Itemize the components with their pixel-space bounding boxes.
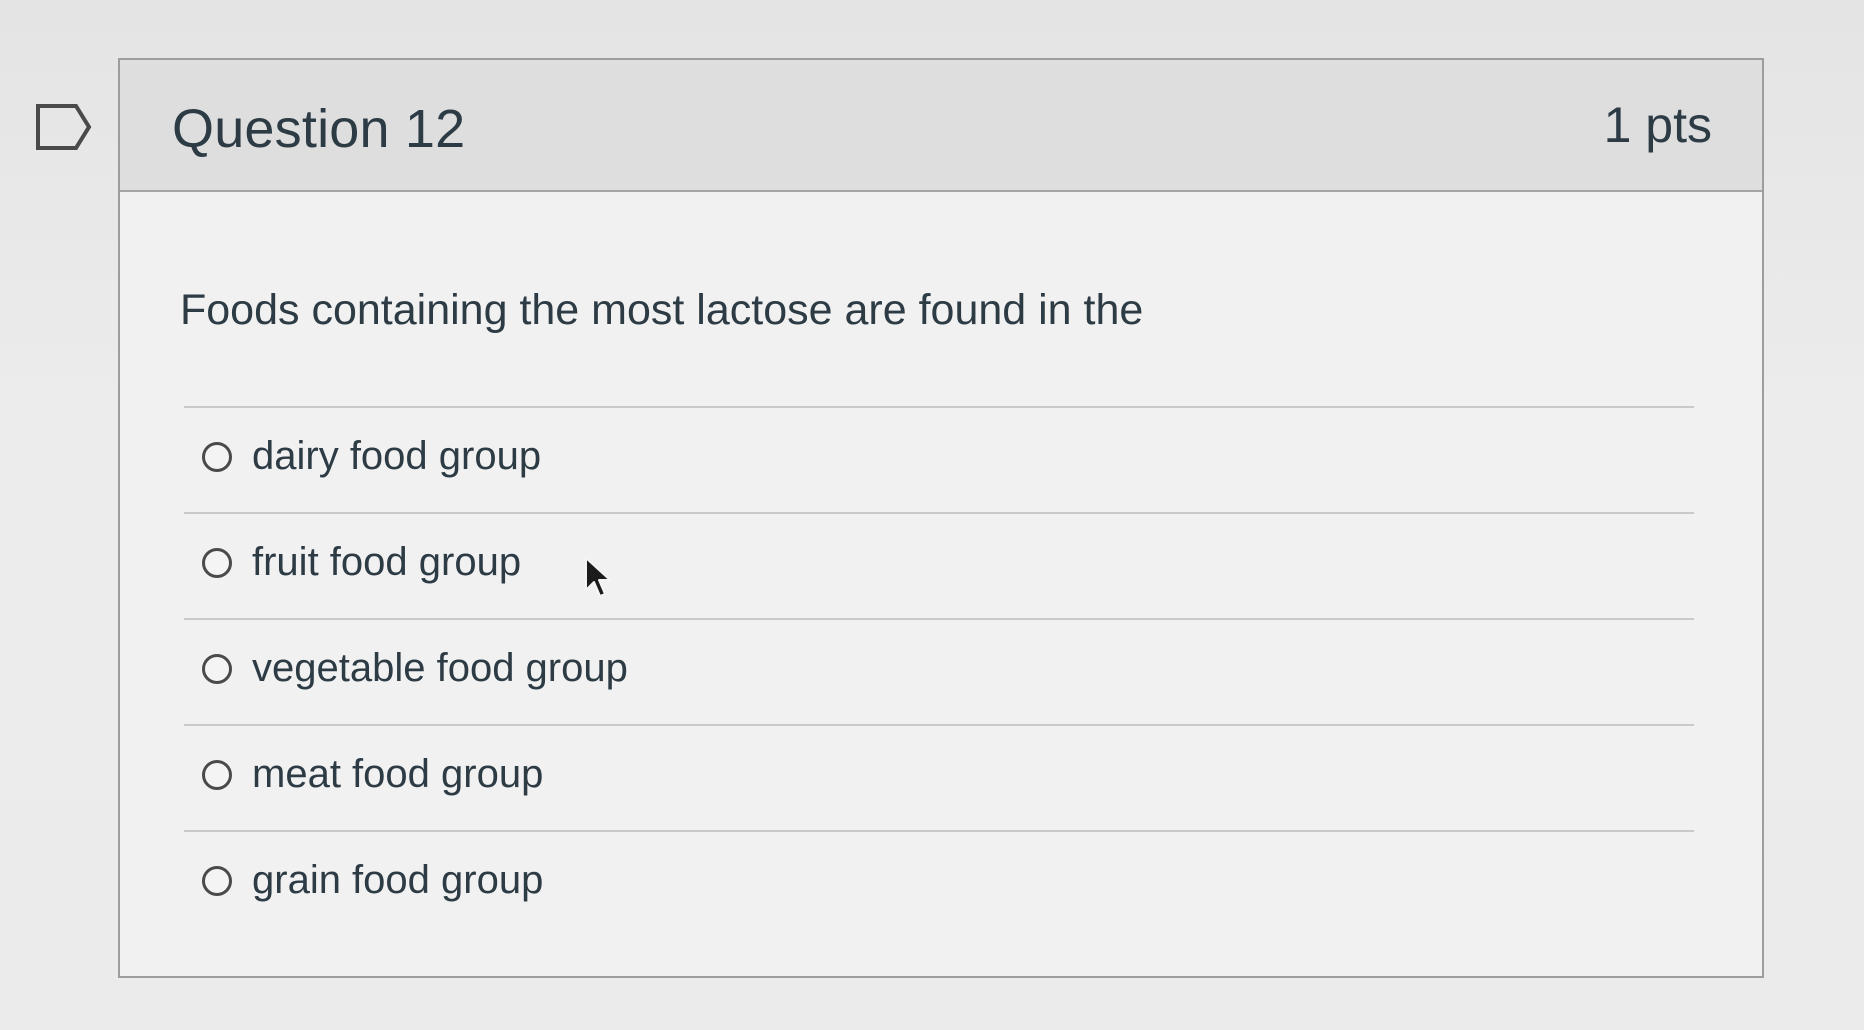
radio-button[interactable]: [202, 548, 232, 578]
answer-label[interactable]: grain food group: [252, 858, 543, 903]
answer-label[interactable]: dairy food group: [252, 434, 541, 479]
question-title: Question 12: [172, 99, 466, 159]
answer-option[interactable]: fruit food group: [184, 512, 1694, 618]
answer-label[interactable]: meat food group: [252, 752, 543, 797]
answer-option[interactable]: dairy food group: [184, 406, 1694, 512]
answer-label[interactable]: fruit food group: [252, 540, 521, 585]
radio-button[interactable]: [202, 760, 232, 790]
flag-outline-icon: [36, 104, 92, 150]
radio-button[interactable]: [202, 866, 232, 896]
answer-option[interactable]: meat food group: [184, 724, 1694, 830]
radio-button[interactable]: [202, 654, 232, 684]
question-card: Question 12 1 pts Foods containing the m…: [118, 58, 1764, 978]
radio-button[interactable]: [202, 442, 232, 472]
question-header: Question 12 1 pts: [120, 60, 1762, 192]
question-points: 1 pts: [1603, 97, 1712, 153]
question-text: Foods containing the most lactose are fo…: [180, 286, 1144, 334]
answer-list: dairy food group fruit food group vegeta…: [184, 406, 1694, 936]
flag-question-button[interactable]: [34, 102, 94, 152]
answer-option[interactable]: grain food group: [184, 830, 1694, 936]
answer-option[interactable]: vegetable food group: [184, 618, 1694, 724]
answer-label[interactable]: vegetable food group: [252, 646, 628, 691]
